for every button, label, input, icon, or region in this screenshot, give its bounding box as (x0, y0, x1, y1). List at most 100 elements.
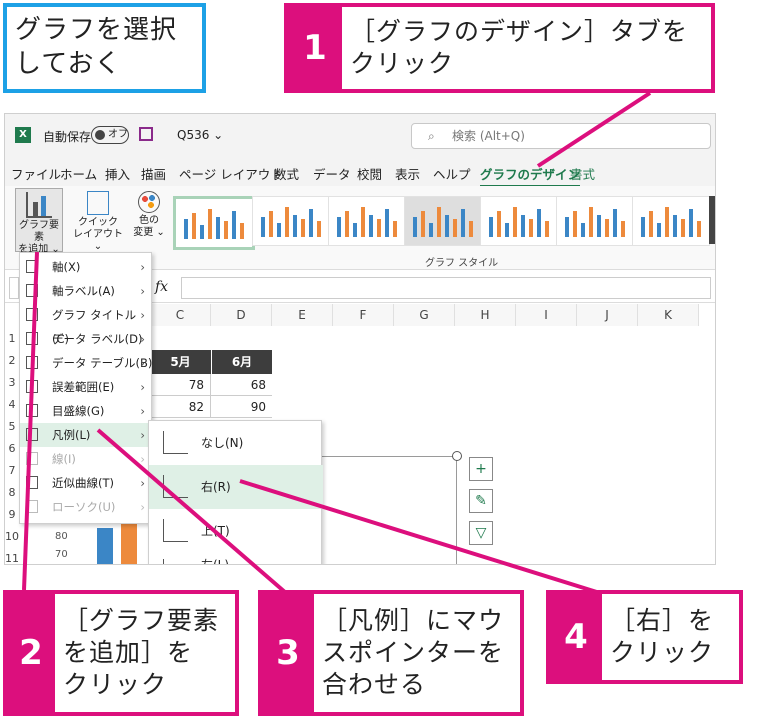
chart-resize-handle[interactable] (452, 451, 462, 461)
thumb-bar (429, 223, 433, 237)
cell-d4[interactable]: 90 (211, 396, 272, 418)
chevron-right-icon: › (140, 356, 145, 370)
tab-page-layout[interactable]: ページ レイアウト (179, 164, 283, 183)
thumb-bar (505, 223, 509, 237)
step-3-number: 3 (262, 594, 314, 712)
chart-style-7[interactable] (632, 196, 710, 246)
chart-style-6[interactable] (556, 196, 634, 246)
row-header-8[interactable]: 8 (5, 486, 19, 499)
step-2-number: 2 (7, 594, 55, 712)
tab-formulas[interactable]: 数式 (274, 164, 299, 183)
column-header-k[interactable]: K (638, 304, 699, 326)
data-table-icon (26, 356, 38, 369)
thumb-bar (285, 207, 289, 237)
menu-item-data-labels[interactable]: データ ラベル(D) › (20, 327, 153, 351)
chart-style-2[interactable] (252, 196, 330, 246)
chart-style-5[interactable] (480, 196, 558, 246)
data-labels-icon (26, 332, 38, 345)
column-header-h[interactable]: H (455, 304, 516, 326)
tab-chart-design[interactable]: グラフのデザイン (480, 164, 581, 188)
tab-view[interactable]: 表示 (395, 164, 420, 183)
menu-item-error-bars[interactable]: 誤差範囲(E) › (20, 375, 153, 399)
chart-filter-icon[interactable]: ▽ (469, 521, 493, 545)
row-header-6[interactable]: 6 (5, 442, 19, 455)
chevron-right-icon: › (140, 260, 145, 274)
name-box[interactable] (9, 277, 19, 299)
toggle-knob-icon (95, 130, 105, 140)
fx-label[interactable]: fx (155, 279, 168, 295)
row-header-9[interactable]: 9 (5, 508, 19, 521)
menu-item-trendline[interactable]: 近似曲線(T) › (20, 471, 153, 495)
ribbon-tabs: ファイル ホーム 挿入 描画 ページ レイアウト 数式 データ 校閲 表示 ヘル… (5, 158, 715, 188)
row-header-3[interactable]: 3 (5, 376, 19, 389)
table-header-june[interactable]: 6月 (212, 350, 272, 374)
chart-style-1[interactable] (173, 196, 255, 250)
autosave-toggle[interactable]: オフ (91, 126, 129, 144)
row-header-10[interactable]: 10 (5, 530, 19, 543)
cell-c3[interactable]: 78 (150, 374, 211, 396)
column-header-d[interactable]: D (211, 304, 272, 326)
quick-layout-line-2: レイアウト ⌄ (73, 229, 123, 252)
step-2-line-3: クリック (63, 670, 168, 699)
menu-item-legend[interactable]: 凡例(L) › (20, 423, 153, 447)
cell-c4[interactable]: 82 (150, 396, 211, 418)
filename[interactable]: Q536 ⌄ (177, 128, 223, 142)
step-3-callout: 3 ［凡例］にマウ スポインターを 合わせる (258, 590, 524, 716)
tab-format[interactable]: 書式 (570, 164, 595, 183)
tab-draw[interactable]: 描画 (141, 164, 166, 183)
column-header-i[interactable]: I (516, 304, 577, 326)
style-scroll-bar[interactable] (709, 196, 715, 244)
axis-titles-icon (26, 284, 38, 297)
legend-option-none-label: なし(N) (201, 436, 244, 450)
row-header-1[interactable]: 1 (5, 332, 19, 345)
row-header-5[interactable]: 5 (5, 420, 19, 433)
row-header-11[interactable]: 11 (5, 552, 19, 564)
chart-style-4[interactable] (404, 196, 482, 246)
legend-option-right-label: 右(R) (201, 480, 231, 494)
column-header-g[interactable]: G (394, 304, 455, 326)
legend-option-none[interactable]: なし(N) (149, 421, 323, 465)
tab-help[interactable]: ヘルプ (433, 164, 471, 183)
menu-item-error-bars-label: 誤差範囲(E) (52, 380, 115, 394)
add-chart-element-button[interactable]: グラフ要素 を追加 ⌄ (15, 188, 63, 255)
chart-style-3[interactable] (328, 196, 406, 246)
menu-item-axis-titles[interactable]: 軸ラベル(A) › (20, 279, 153, 303)
step-4-callout: 4 ［右］を クリック (546, 590, 743, 684)
thumb-bar (573, 211, 577, 237)
autosave-label: 自動保存 (43, 130, 92, 144)
tab-file[interactable]: ファイル (11, 164, 61, 183)
cell-d3[interactable]: 68 (211, 374, 272, 396)
search-input[interactable]: ⌕ 検索 (Alt+Q) (411, 123, 711, 149)
table-header-may[interactable]: 5月 (150, 350, 211, 374)
change-colors-button[interactable]: 色の 変更 ⌄ (129, 188, 169, 252)
quick-layout-button[interactable]: クイック レイアウト ⌄ (71, 188, 125, 252)
legend-option-left[interactable]: 左(L) (149, 553, 323, 564)
column-header-e[interactable]: E (272, 304, 333, 326)
chart-elements-plus-icon[interactable]: + (469, 457, 493, 481)
tab-insert[interactable]: 挿入 (105, 164, 130, 183)
row-header-2[interactable]: 2 (5, 354, 19, 367)
menu-item-axis-titles-label: 軸ラベル(A) (52, 284, 115, 298)
row-header-4[interactable]: 4 (5, 398, 19, 411)
tab-home[interactable]: ホーム (60, 164, 97, 183)
legend-option-top[interactable]: 上(T) (149, 509, 323, 553)
menu-item-chart-title[interactable]: グラフ タイトル(C) › (20, 303, 153, 346)
thumb-bar (613, 209, 617, 237)
save-icon[interactable] (139, 127, 153, 141)
tab-data[interactable]: データ (313, 164, 351, 183)
tab-review[interactable]: 校閲 (357, 164, 382, 183)
formula-input[interactable] (181, 277, 711, 299)
chart-styles-brush-icon[interactable]: ✎ (469, 489, 493, 513)
column-header-c[interactable]: C (150, 304, 211, 326)
menu-item-axes[interactable]: 軸(X) › (20, 255, 153, 279)
chart-area[interactable] (321, 456, 457, 564)
menu-item-gridlines[interactable]: 目盛線(G) › (20, 399, 153, 423)
row-header-7[interactable]: 7 (5, 464, 19, 477)
legend-option-right[interactable]: 右(R) (149, 465, 323, 509)
column-header-j[interactable]: J (577, 304, 638, 326)
add-chart-element-menu: 軸(X) › 軸ラベル(A) › グラフ タイトル(C) › データ ラベル(D… (19, 252, 153, 524)
column-header-f[interactable]: F (333, 304, 394, 326)
step-2-line-2: を追加］を (63, 638, 194, 667)
thumb-bar (317, 221, 321, 237)
menu-item-data-table[interactable]: データ テーブル(B) › (20, 351, 153, 375)
